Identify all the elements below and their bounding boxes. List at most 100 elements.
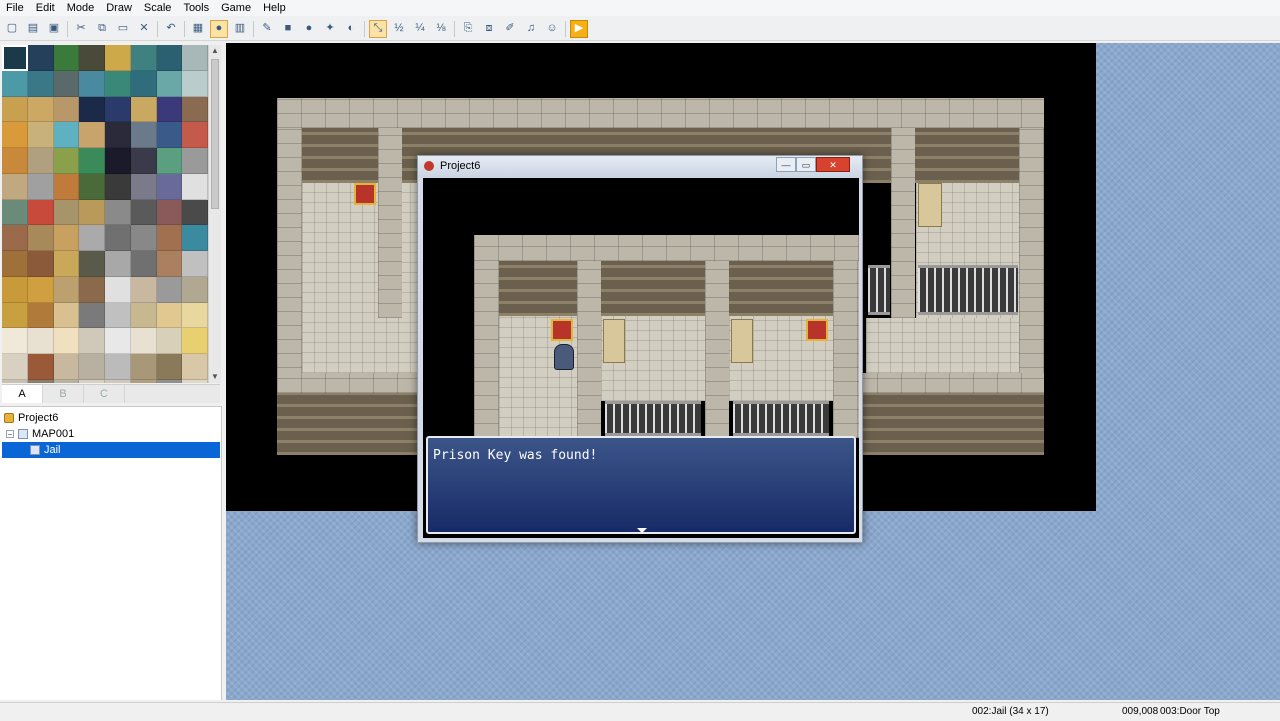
tileset-tile[interactable]	[27, 122, 54, 148]
tileset-tile[interactable]	[79, 173, 105, 200]
tileset-tile[interactable]	[53, 122, 80, 148]
tileset-tile[interactable]	[182, 302, 208, 329]
tileset-tile[interactable]	[156, 354, 183, 380]
menu-game[interactable]: Game	[215, 1, 257, 15]
undo-button[interactable]: ↶	[162, 20, 180, 38]
tree-map-row[interactable]: − MAP001	[6, 426, 218, 442]
character-generator-button[interactable]: ☺	[543, 20, 561, 38]
tileset-tab-a[interactable]: A	[2, 385, 43, 403]
tileset-tile[interactable]	[2, 251, 28, 277]
message-window[interactable]: Prison Key was found!	[426, 436, 856, 534]
tileset-tile[interactable]	[156, 328, 183, 354]
tileset-tile[interactable]	[53, 148, 80, 174]
tileset-tab-c[interactable]: C	[84, 385, 125, 403]
tileset-tile[interactable]	[27, 354, 54, 380]
tileset-tile[interactable]	[156, 148, 183, 174]
tileset-tile[interactable]	[182, 96, 208, 123]
tileset-tile[interactable]	[182, 45, 208, 71]
event-mode-button[interactable]: ●	[210, 19, 228, 38]
tileset-tile[interactable]	[130, 45, 157, 71]
tileset-tab-b[interactable]: B	[43, 385, 84, 403]
tileset-tile[interactable]	[53, 354, 80, 380]
tileset-tile[interactable]	[182, 122, 208, 148]
tileset-tile[interactable]	[53, 96, 80, 123]
tileset-tile[interactable]	[105, 379, 131, 383]
tileset-tile[interactable]	[79, 251, 105, 277]
tileset-tile[interactable]	[79, 328, 105, 354]
tileset-tile[interactable]	[79, 96, 105, 123]
tileset-tile[interactable]	[105, 173, 131, 200]
tileset-tile[interactable]	[27, 328, 54, 354]
scroll-down-icon[interactable]: ▼	[209, 371, 221, 383]
tileset-tile[interactable]	[27, 70, 54, 97]
tileset-tile[interactable]	[182, 251, 208, 277]
tileset-tile[interactable]	[156, 302, 183, 329]
tileset-tile[interactable]	[182, 173, 208, 200]
tileset-tile[interactable]	[2, 328, 28, 354]
tileset-tile[interactable]	[130, 199, 157, 226]
menu-tools[interactable]: Tools	[177, 1, 215, 15]
tileset-tile[interactable]	[182, 225, 208, 251]
tileset-tile[interactable]	[2, 379, 28, 383]
tileset-tile[interactable]	[53, 328, 80, 354]
tileset-tile[interactable]	[53, 302, 80, 329]
tileset-tile[interactable]	[105, 45, 131, 71]
collapse-icon[interactable]: −	[6, 430, 14, 439]
tileset-tile[interactable]	[156, 251, 183, 277]
tileset-tile[interactable]	[79, 70, 105, 97]
tileset-tile[interactable]	[182, 354, 208, 380]
save-project-button[interactable]: ▣	[45, 20, 63, 38]
delete-button[interactable]: ✕	[135, 20, 153, 38]
tileset-tile[interactable]	[27, 276, 54, 303]
menu-draw[interactable]: Draw	[100, 1, 138, 15]
tileset-tile[interactable]	[79, 199, 105, 226]
playtest-button[interactable]: ▶	[570, 19, 588, 38]
tileset-tile[interactable]	[156, 70, 183, 97]
ellipse-tool-button[interactable]: ●	[300, 20, 318, 38]
scroll-thumb[interactable]	[211, 59, 219, 209]
tileset-tile[interactable]	[2, 225, 28, 251]
tileset-tile[interactable]	[2, 148, 28, 174]
game-screen[interactable]: Prison Key was found!	[423, 178, 859, 538]
shadow-pen-button[interactable]: ◐	[342, 20, 360, 38]
tileset-tile[interactable]	[53, 225, 80, 251]
tileset-tile[interactable]	[79, 354, 105, 380]
copy-button[interactable]: ⧉	[93, 20, 111, 38]
menu-scale[interactable]: Scale	[138, 1, 178, 15]
tileset-tile[interactable]	[27, 251, 54, 277]
menu-edit[interactable]: Edit	[30, 1, 61, 15]
zoom-1-8-button[interactable]: ⅛	[432, 20, 450, 38]
tileset-tile[interactable]	[130, 379, 157, 383]
close-button[interactable]: ✕	[816, 157, 850, 172]
tileset-tile[interactable]	[2, 354, 28, 380]
pencil-tool-button[interactable]: ✎	[258, 20, 276, 38]
minimize-button[interactable]: —	[776, 157, 796, 172]
tileset-tile[interactable]	[156, 173, 183, 200]
tileset-tile[interactable]	[27, 302, 54, 329]
tileset-tile[interactable]	[182, 276, 208, 303]
tileset-tile[interactable]	[27, 45, 54, 71]
tileset-tile[interactable]	[105, 276, 131, 303]
tileset-tile[interactable]	[53, 276, 80, 303]
tileset-tile[interactable]	[2, 122, 28, 148]
tileset-tile[interactable]	[53, 251, 80, 277]
tileset-tile[interactable]	[130, 276, 157, 303]
tileset-tile[interactable]	[156, 45, 183, 71]
tileset-palette[interactable]	[2, 45, 208, 383]
tileset-tile[interactable]	[79, 276, 105, 303]
tileset-tile[interactable]	[156, 96, 183, 123]
tileset-tile[interactable]	[27, 96, 54, 123]
tree-jail-row[interactable]: Jail	[2, 442, 220, 458]
zoom-1-4-button[interactable]: ¼	[411, 20, 429, 38]
region-mode-button[interactable]: ▥	[231, 20, 249, 38]
tileset-tile[interactable]	[105, 148, 131, 174]
tileset-tile[interactable]	[130, 148, 157, 174]
tileset-tile[interactable]	[182, 148, 208, 174]
paste-button[interactable]: ▭	[114, 20, 132, 38]
tileset-tile[interactable]	[182, 70, 208, 97]
script-editor-button[interactable]: ✐	[501, 20, 519, 38]
tileset-tile[interactable]	[105, 199, 131, 226]
tileset-tile[interactable]	[156, 379, 183, 383]
tileset-tile[interactable]	[27, 225, 54, 251]
maximize-button[interactable]: ▭	[796, 157, 816, 172]
